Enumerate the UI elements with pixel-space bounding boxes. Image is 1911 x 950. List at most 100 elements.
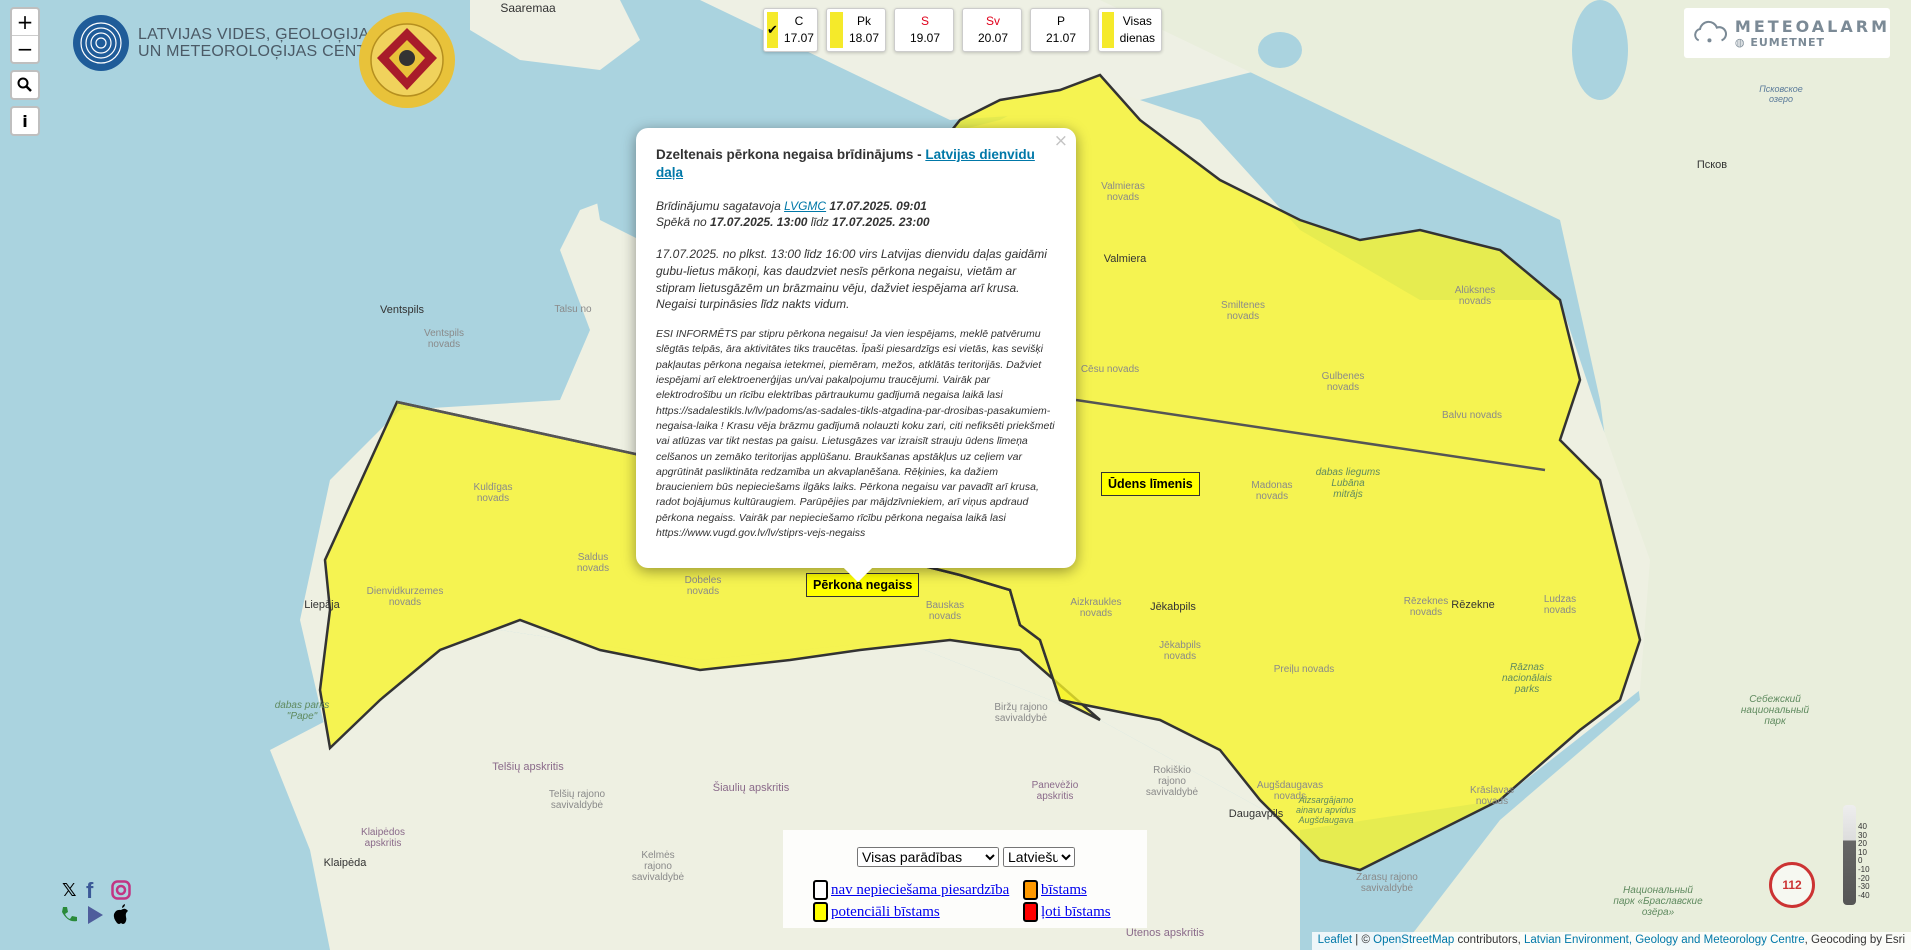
popup-title: Dzeltenais pērkona negaisa brīdinājums -… xyxy=(656,146,1056,182)
day-tab-3[interactable]: Sv 20.07 xyxy=(962,8,1022,52)
prepared-time: 17.07.2025. 09:01 xyxy=(826,199,927,213)
lvgmc-attribution-link[interactable]: Latvian Environment, Geology and Meteoro… xyxy=(1524,934,1805,946)
place-label-ventspils-novads: Ventspils novads xyxy=(424,328,464,350)
place-label-siauliu: Šiaulių apskritis xyxy=(713,781,790,794)
meteoalarm-subtitle: ◍ EUMETNET xyxy=(1735,36,1890,49)
place-label-ventspils: Ventspils xyxy=(380,304,425,316)
day-date: 18.07 xyxy=(848,31,879,45)
legend-item-3[interactable]: ļoti bīstams xyxy=(1023,902,1111,922)
attribution-sep: | © xyxy=(1352,934,1374,946)
day-tab-0[interactable]: ✔ C 17.07 xyxy=(763,8,818,52)
day-tab-5[interactable]: Visas dienas xyxy=(1098,8,1162,52)
osm-link[interactable]: OpenStreetMap xyxy=(1373,934,1454,946)
place-label-jekabpils-novads: Jēkabpils novads xyxy=(1159,640,1201,662)
legend-panel: Visas parādības Latviešu nav nepieciešam… xyxy=(783,830,1147,928)
apple-icon[interactable] xyxy=(111,904,131,926)
day-selector: ✔ C 17.07 Pk 18.07 S 19.07 Sv 20.07 P 21.07 Visas di… xyxy=(763,8,1162,52)
lvgmc-name: LATVIJAS VIDES, ĢEOLOĢIJAS UN METEOROLOĢ… xyxy=(138,26,389,60)
day-name: Visas xyxy=(1122,14,1152,28)
phone-icon[interactable] xyxy=(58,904,80,926)
day-name: Pk xyxy=(856,14,871,28)
day-color-swatch xyxy=(966,12,972,48)
day-date: 17.07 xyxy=(783,31,814,45)
info-button[interactable]: i xyxy=(12,108,38,134)
place-label-klaipedos: Klaipėdos apskritis xyxy=(361,827,405,849)
day-date: dienas xyxy=(1119,31,1155,45)
popup-close-button[interactable]: × xyxy=(1054,131,1068,151)
valid-to: 17.07.2025. 23:00 xyxy=(832,215,930,229)
legend-label: ļoti bīstams xyxy=(1041,903,1111,920)
day-color-swatch xyxy=(898,12,904,48)
place-label-telsiu-sav: Telšių rajono savivaldybė xyxy=(549,789,606,811)
day-tab-label: C 17.07 xyxy=(784,13,814,47)
lvgmc-name-line1: LATVIJAS VIDES, ĢEOLOĢIJAS xyxy=(138,26,381,43)
place-label-saldus: Saldus novads xyxy=(577,552,609,574)
legend-swatch xyxy=(813,880,828,900)
place-label-ludzas: Ludzas novads xyxy=(1544,594,1576,616)
temperature-scale-bar xyxy=(1843,805,1856,905)
place-label-cesu: Cēsu novads xyxy=(1081,364,1139,375)
scale-tick: -40 xyxy=(1858,890,1870,900)
lvgmc-logo[interactable]: LATVIJAS VIDES, ĢEOLOĢIJAS UN METEOROLOĢ… xyxy=(72,14,389,72)
eumetnet-label: EUMETNET xyxy=(1750,36,1825,49)
place-label-aluksnes: Alūksnes novads xyxy=(1455,285,1496,307)
warning-popup: × Dzeltenais pērkona negaisa brīdinājums… xyxy=(636,128,1076,568)
popup-safety-info: ESI INFORMĒTS par stipru pērkona negaisu… xyxy=(656,328,1055,540)
day-tab-label: Sv 20.07 xyxy=(978,13,1008,47)
facebook-icon[interactable]: f xyxy=(86,878,93,904)
popup-title-text: Dzeltenais pērkona negaisa brīdinājums - xyxy=(656,147,926,162)
popup-prepared: Brīdinājumu sagatavoja LVGMC 17.07.2025.… xyxy=(656,198,1056,214)
place-label-daugavpils: Daugavpils xyxy=(1229,808,1284,820)
place-label-dobeles: Dobeles novads xyxy=(685,575,722,597)
popup-description: 17.07.2025. no plkst. 13:00 līdz 16:00 v… xyxy=(656,247,1047,312)
zoom-out-button[interactable]: − xyxy=(12,35,38,62)
place-label-valmiera: Valmiera xyxy=(1104,253,1147,265)
day-tab-2[interactable]: S 19.07 xyxy=(894,8,954,52)
x-icon[interactable]: 𝕏 xyxy=(62,880,77,901)
language-select[interactable]: Latviešu xyxy=(1003,847,1075,867)
place-label-telsiu: Telšių apskritis xyxy=(492,761,564,773)
search-button[interactable] xyxy=(12,72,38,98)
zoom-in-button[interactable]: + xyxy=(12,9,38,35)
attribution-geocoding: , Geocoding by Esri xyxy=(1804,934,1905,946)
lake-peipus xyxy=(1572,0,1628,100)
place-label-balvu: Balvu novads xyxy=(1442,410,1502,421)
legend-item-2[interactable]: potenciāli bīstams xyxy=(813,902,940,922)
legend-label: bīstams xyxy=(1041,881,1087,898)
info-icon: i xyxy=(22,111,28,131)
emergency-112-icon[interactable]: 112 xyxy=(1769,862,1815,908)
legend-swatch xyxy=(1023,880,1038,900)
day-tab-label: P 21.07 xyxy=(1046,13,1076,47)
place-label-valmieras-novads: Valmieras novads xyxy=(1101,181,1145,203)
day-name: P xyxy=(1057,14,1066,28)
lvgmc-link[interactable]: LVGMC xyxy=(784,199,826,213)
search-control xyxy=(10,70,40,100)
water-level-label[interactable]: Ūdens līmenis xyxy=(1101,472,1200,496)
eumetnet-icon: ◍ xyxy=(1734,36,1751,49)
place-label-kraslavas: Krāslavas novads xyxy=(1470,785,1514,807)
popup-meta: Brīdinājumu sagatavoja LVGMC 17.07.2025.… xyxy=(656,198,1056,230)
place-label-birzu: Biržų rajono savivaldybė xyxy=(994,702,1048,724)
place-label-madonas: Madonas novads xyxy=(1251,480,1292,502)
place-label-aizsargajamo: Aizsargājamo ainavu apvidus Augšdaugava xyxy=(1296,795,1357,825)
lake-vortsjarv xyxy=(1258,32,1302,68)
meteoalarm-logo[interactable]: METEOALARM ◍ EUMETNET xyxy=(1684,8,1890,58)
lvgmc-emblem-icon xyxy=(73,15,129,71)
meteoalarm-title: METEOALARM xyxy=(1734,17,1890,36)
day-tab-4[interactable]: P 21.07 xyxy=(1030,8,1090,52)
place-label-preilu: Preiļu novads xyxy=(1274,664,1335,675)
phenomena-select[interactable]: Visas parādības xyxy=(857,847,999,867)
day-tab-label: Pk 18.07 xyxy=(849,13,879,47)
place-label-klaipeda: Klaipėda xyxy=(324,857,368,869)
fire-rescue-crest-icon[interactable] xyxy=(357,10,457,110)
place-label-rezeknes: Rēzeknes novads xyxy=(1404,596,1448,618)
legend-item-0[interactable]: nav nepieciešama piesardzība xyxy=(813,880,1009,900)
google-play-icon[interactable] xyxy=(85,905,105,925)
temperature-scale-ticks: 40 30 20 10 0 -10 -20 -30 -40 xyxy=(1858,822,1870,900)
day-name: Sv xyxy=(986,14,1001,28)
legend-item-1[interactable]: bīstams xyxy=(1023,880,1087,900)
instagram-icon[interactable] xyxy=(111,880,131,900)
day-tab-1[interactable]: Pk 18.07 xyxy=(826,8,886,52)
leaflet-link[interactable]: Leaflet xyxy=(1318,934,1353,946)
place-label-pskov: Псков xyxy=(1697,159,1727,171)
